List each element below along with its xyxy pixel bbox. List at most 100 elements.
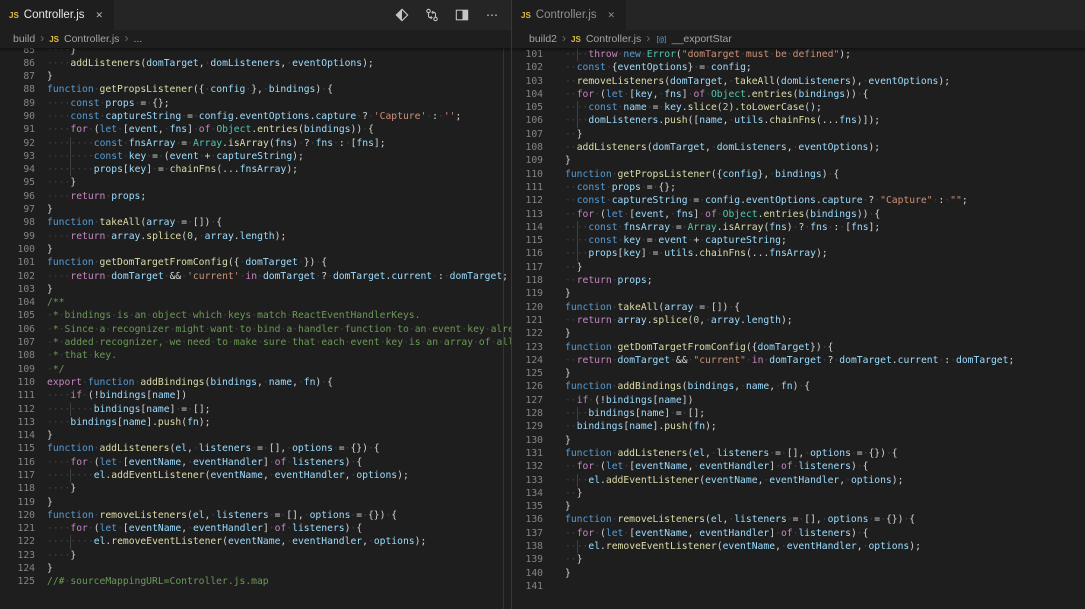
line-number[interactable]: 106 bbox=[0, 323, 36, 336]
code-line[interactable]: 103 ··removeListeners(domTarget,·takeAll(… bbox=[512, 75, 1085, 88]
line-content[interactable]: } bbox=[543, 500, 571, 513]
line-content[interactable]: ····el.addEventListener(eventName,·event… bbox=[543, 473, 903, 487]
line-number[interactable]: 137 bbox=[512, 527, 544, 540]
code-line[interactable]: 106 ·*·Since·a·recognizer·might·want·to·b… bbox=[0, 323, 512, 336]
line-content[interactable]: ····const·name·=·key.slice(2).toLowerCas… bbox=[543, 101, 822, 115]
line-content[interactable]: function·addListeners(el,·listeners·=·[]… bbox=[543, 447, 898, 460]
line-number[interactable]: 110 bbox=[0, 376, 36, 389]
line-number[interactable]: 124 bbox=[512, 354, 544, 367]
breadcrumb-item-file[interactable]: Controller.js bbox=[64, 33, 119, 45]
line-number[interactable]: 87 bbox=[0, 70, 35, 83]
code-line[interactable]: 125} bbox=[512, 367, 1085, 380]
code-line[interactable]: 105 ····const·name·=·key.slice(2).toLower… bbox=[512, 101, 1085, 115]
line-content[interactable]: ····bindings[name]·=·[]; bbox=[543, 407, 705, 421]
line-content[interactable]: ··addListeners(domTarget,·domListeners,·… bbox=[543, 141, 880, 154]
line-number[interactable]: 114 bbox=[0, 429, 36, 442]
code-line[interactable]: 101 ····throw·new·Error("domTarget·must·b… bbox=[512, 48, 1085, 62]
line-content[interactable]: ····props[key]·=·utils.chainFns(...fnsAr… bbox=[543, 247, 828, 261]
line-content[interactable]: ·*·that·key. bbox=[35, 349, 117, 362]
close-icon[interactable]: ✕ bbox=[94, 9, 106, 22]
code-line[interactable]: 100} bbox=[0, 243, 511, 256]
line-content[interactable]: function·getPropsListener({·config·},·bi… bbox=[35, 83, 333, 96]
code-line[interactable]: 104 ··for·(let·[key,·fns]·of·Object.entri… bbox=[512, 88, 1085, 101]
code-line[interactable]: 134 ··} bbox=[512, 487, 1085, 500]
line-content[interactable]: } bbox=[35, 70, 53, 83]
code-line[interactable]: 124 ··return·domTarget·&&·"current"·in·do… bbox=[512, 354, 1085, 367]
line-number[interactable]: 121 bbox=[512, 314, 544, 327]
code-line[interactable]: 118 ··return·props; bbox=[512, 274, 1085, 287]
line-number[interactable]: 135 bbox=[512, 500, 544, 513]
code-line[interactable]: 106 ····domListeners.push([name,·utils.ch… bbox=[512, 114, 1085, 128]
line-content[interactable]: function·getDomTargetFromConfig({·domTar… bbox=[35, 256, 327, 269]
line-number[interactable]: 123 bbox=[512, 341, 544, 354]
code-line[interactable]: 104/** bbox=[0, 296, 511, 309]
line-number[interactable]: 103 bbox=[0, 283, 36, 296]
code-line[interactable]: 130} bbox=[512, 434, 1085, 447]
breadcrumb-item-file[interactable]: Controller.js bbox=[586, 33, 641, 45]
line-number[interactable]: 127 bbox=[512, 394, 544, 407]
line-content[interactable]: ··} bbox=[543, 553, 583, 566]
line-number[interactable]: 117 bbox=[512, 261, 544, 274]
line-number[interactable]: 122 bbox=[0, 535, 36, 548]
line-content[interactable]: ··for·(let·[eventName,·eventHandler]·of·… bbox=[543, 527, 868, 540]
line-content[interactable]: ····const·fnsArray·=·Array.isArray(fns)·… bbox=[543, 220, 880, 235]
line-content[interactable]: ··const·captureString·=·config.eventOpti… bbox=[543, 194, 968, 207]
line-number[interactable]: 113 bbox=[0, 416, 36, 429]
line-content[interactable]: ····addListeners(domTarget,·domListeners… bbox=[35, 57, 374, 70]
line-number[interactable]: 102 bbox=[512, 61, 544, 74]
line-number[interactable]: 108 bbox=[512, 141, 544, 154]
line-content[interactable]: } bbox=[35, 429, 53, 442]
line-content[interactable]: ····} bbox=[35, 549, 76, 562]
line-number[interactable]: 116 bbox=[512, 247, 544, 260]
line-number[interactable]: 120 bbox=[0, 509, 36, 522]
line-content[interactable]: ··} bbox=[543, 261, 583, 274]
code-line[interactable]: 133 ····el.addEventListener(eventName,·ev… bbox=[512, 473, 1085, 487]
line-number[interactable]: 138 bbox=[512, 540, 544, 553]
compare-changes-icon[interactable] bbox=[424, 7, 440, 23]
code-line[interactable]: 85 ····} bbox=[0, 48, 511, 57]
code-editor-left[interactable]: 85 ····} 86 ····addListeners(domTarget,·dom… bbox=[0, 48, 511, 609]
line-content[interactable]: ····for·(let·[eventName,·eventHandler]·o… bbox=[35, 456, 362, 469]
code-line[interactable]: 95 ····} bbox=[0, 176, 511, 189]
code-line[interactable]: 113 ····bindings[name].push(fn); bbox=[0, 416, 511, 429]
line-content[interactable]: ····} bbox=[35, 48, 76, 57]
code-line[interactable]: 119} bbox=[0, 496, 511, 509]
tab-controller-js-left[interactable]: JS Controller.js ✕ bbox=[0, 0, 115, 30]
code-line[interactable]: 105 ·*·bindings·is·an·object·which·keys·m… bbox=[0, 309, 511, 322]
code-line[interactable]: 125//#·sourceMappingURL=Controller.js.ma… bbox=[0, 575, 511, 588]
code-line[interactable]: 87} bbox=[0, 70, 511, 83]
code-line[interactable]: 131 function·addListeners(el,·listeners·=… bbox=[512, 447, 1085, 460]
line-number[interactable]: 93 bbox=[0, 150, 35, 163]
line-content[interactable]: ········const·fnsArray·=·Array.isArray(f… bbox=[35, 136, 386, 150]
line-number[interactable]: 86 bbox=[0, 57, 35, 70]
line-number[interactable]: 112 bbox=[512, 194, 544, 207]
line-number[interactable]: 90 bbox=[0, 110, 35, 123]
line-content[interactable]: ········el.removeEventListener(eventName… bbox=[35, 535, 426, 549]
code-line[interactable]: 111 ····if·(!bindings[name]) bbox=[0, 389, 511, 402]
line-content[interactable]: ··for·(let·[key,·fns]·of·Object.entries(… bbox=[543, 88, 869, 101]
code-line[interactable]: 114} bbox=[0, 429, 511, 442]
code-line[interactable]: 90 ····const·captureString·=·config.event… bbox=[0, 110, 511, 123]
code-line[interactable]: 141 bbox=[512, 580, 1085, 593]
line-number[interactable]: 99 bbox=[0, 230, 35, 243]
line-number[interactable]: 100 bbox=[0, 243, 36, 256]
line-number[interactable]: 119 bbox=[0, 496, 36, 509]
line-content[interactable]: } bbox=[543, 367, 571, 380]
line-content[interactable]: function·takeAll(array·=·[])·{ bbox=[543, 301, 740, 314]
code-line[interactable]: 135} bbox=[512, 500, 1085, 513]
line-number[interactable]: 105 bbox=[0, 309, 36, 322]
line-number[interactable]: 115 bbox=[0, 442, 36, 455]
more-actions-icon[interactable]: ⋯ bbox=[484, 7, 500, 23]
code-line[interactable]: 86 ····addListeners(domTarget,·domListene… bbox=[0, 57, 511, 70]
code-line[interactable]: 110 export·function·addBindings(bindings,… bbox=[0, 376, 511, 389]
line-number[interactable]: 85 bbox=[0, 48, 35, 57]
line-number[interactable]: 111 bbox=[512, 181, 544, 194]
line-content[interactable]: ····const·captureString·=·config.eventOp… bbox=[35, 110, 461, 123]
line-content[interactable]: ········el.addEventListener(eventName,·e… bbox=[35, 469, 409, 483]
line-content[interactable]: } bbox=[543, 567, 571, 580]
line-content[interactable]: } bbox=[543, 287, 571, 300]
line-number[interactable]: 108 bbox=[0, 349, 36, 362]
code-line[interactable]: 99 ····return·array.splice(0,·array.lengt… bbox=[0, 230, 511, 243]
line-content[interactable]: } bbox=[543, 434, 571, 447]
line-content[interactable]: ·*·bindings·is·an·object·which·keys·matc… bbox=[35, 309, 420, 322]
